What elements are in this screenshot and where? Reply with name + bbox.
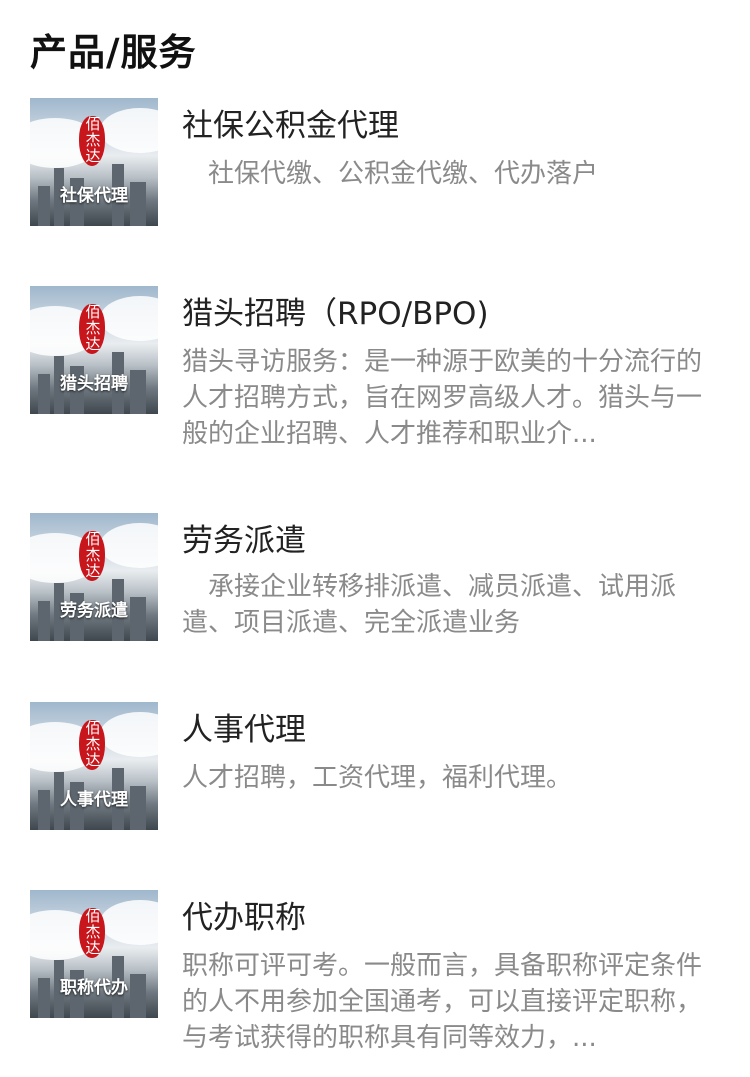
item-description: 社保代缴、公积金代缴、代办落户 — [182, 159, 599, 189]
item-title[interactable]: 社保公积金代理 — [182, 100, 399, 145]
thumbnail-label: 职称代办 — [60, 978, 128, 998]
item-thumbnail[interactable]: 佰杰达 社保代理 — [30, 98, 158, 226]
list-item[interactable]: 佰杰达 职称代办 代办职称 职称可评可考。一般而言，具备职称评定条件的人不用参加… — [0, 890, 750, 1053]
list-item[interactable]: 佰杰达 社保代理 社保公积金代理 社保代缴、公积金代缴、代办落户 — [0, 98, 750, 228]
list-item[interactable]: 佰杰达 猎头招聘 猎头招聘（RPO/BPO) 猎头寻访服务：是一种源于欧美的十分… — [0, 286, 750, 449]
item-description: 猎头寻访服务：是一种源于欧美的十分流行的人才招聘方式，旨在网罗高级人才。猎头与一… — [182, 347, 703, 449]
seal-text: 佰杰达 — [85, 115, 101, 165]
item-thumbnail[interactable]: 佰杰达 职称代办 — [30, 890, 158, 1018]
list-item[interactable]: 佰杰达 人事代理 人事代理 人才招聘，工资代理，福利代理。 — [0, 702, 750, 832]
seal-text: 佰杰达 — [85, 530, 101, 580]
item-thumbnail[interactable]: 佰杰达 劳务派遣 — [30, 513, 158, 641]
item-description: 职称可评可考。一般而言，具备职称评定条件的人不用参加全国通考，可以直接评定职称，… — [182, 951, 703, 1053]
thumbnail-label: 人事代理 — [60, 790, 128, 810]
item-description: 承接企业转移排派遣、减员派遣、试用派遣、项目派遣、完全派遣业务 — [182, 572, 677, 638]
seal-text: 佰杰达 — [85, 907, 101, 957]
item-thumbnail[interactable]: 佰杰达 人事代理 — [30, 702, 158, 830]
seal-text: 佰杰达 — [85, 303, 101, 353]
item-title[interactable]: 代办职称 — [182, 892, 306, 937]
item-title[interactable]: 劳务派遣 — [182, 515, 306, 560]
page-title: 产品/服务 — [30, 31, 197, 74]
thumbnail-label: 劳务派遣 — [60, 601, 128, 621]
list-item[interactable]: 佰杰达 劳务派遣 劳务派遣 承接企业转移排派遣、减员派遣、试用派遣、项目派遣、完… — [0, 513, 750, 643]
thumbnail-label: 猎头招聘 — [60, 374, 128, 394]
item-thumbnail[interactable]: 佰杰达 猎头招聘 — [30, 286, 158, 414]
item-title[interactable]: 猎头招聘（RPO/BPO) — [182, 288, 489, 333]
seal-text: 佰杰达 — [85, 719, 101, 769]
item-description: 人才招聘，工资代理，福利代理。 — [182, 763, 573, 793]
item-title[interactable]: 人事代理 — [182, 704, 306, 749]
thumbnail-label: 社保代理 — [60, 186, 128, 206]
